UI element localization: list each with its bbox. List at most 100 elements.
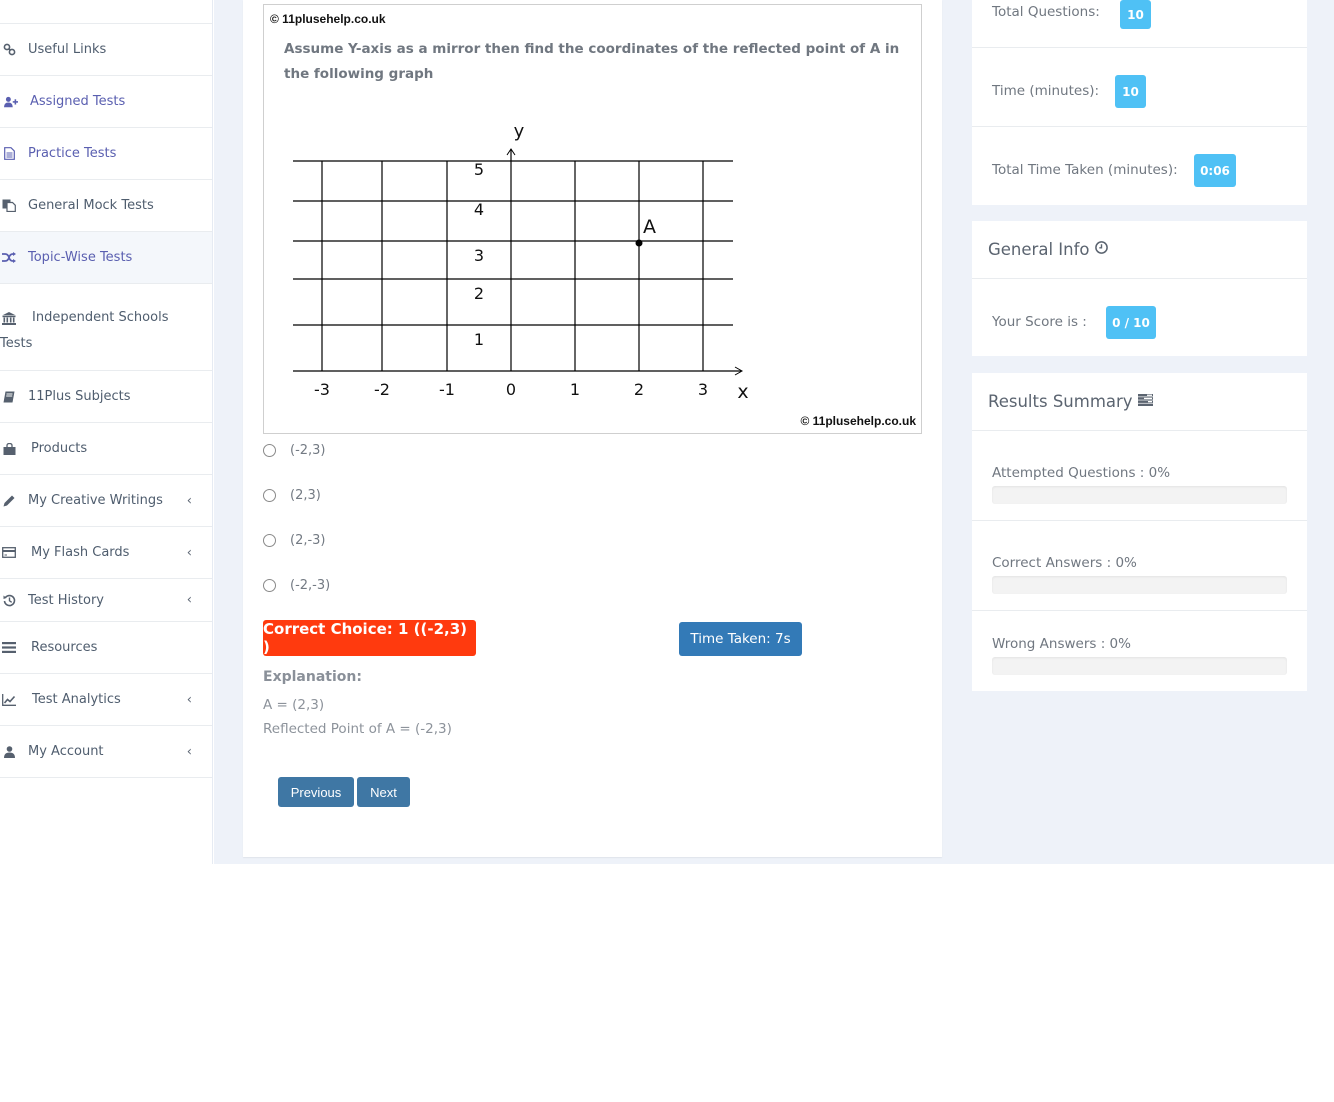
sidebar-item-label: Assigned Tests [30,94,126,109]
sidebar-item-label: Test Analytics [32,692,121,707]
shuffle-icon [2,251,16,265]
sidebar-item-label: My Account [28,744,104,759]
x-tick-label: -1 [439,380,455,399]
y-tick-label: 5 [474,160,484,179]
y-tick-label: 2 [474,284,484,303]
answer-option[interactable]: (2,3) [263,488,321,503]
sidebar-item-assigned-tests[interactable]: Assigned Tests [0,76,212,128]
previous-button[interactable]: Previous [278,777,354,807]
sidebar-item-label: My Creative Writings [28,493,163,508]
next-button[interactable]: Next [357,777,410,807]
clock-icon [1094,241,1108,258]
answer-option[interactable]: (-2,3) [263,443,326,458]
general-info-header: General Info [972,221,1307,279]
chevron-left-icon[interactable]: ‹ [187,493,192,508]
radio-button[interactable] [263,444,276,457]
copyright-bottom: © 11plusehelp.co.uk [800,414,916,428]
answer-option[interactable]: (2,-3) [263,533,326,548]
total-time-badge: 0:06 [1194,154,1236,187]
answer-option-label: (2,-3) [290,533,326,548]
question-text: Assume Y-axis as a mirror then find the … [284,41,900,82]
answer-option[interactable]: (-2,-3) [263,578,330,593]
coordinate-graph: -3 -2 -1 0 1 2 3 1 2 3 4 5 x y A [293,121,749,403]
copyright-top: © 11plusehelp.co.uk [270,12,386,26]
time-label: Time (minutes): [992,83,1100,99]
sidebar-item-topic-wise-tests[interactable]: Topic-Wise Tests [0,232,212,284]
link-icon [2,43,16,57]
general-info-panel: General Info Your Score is : 0 / 10 [972,221,1307,356]
list-icon [2,641,16,655]
sidebar-item-my-flash-cards[interactable]: My Flash Cards ‹ [0,527,212,579]
sidebar-item-label: Test History [28,592,104,608]
sidebar-item-my-account[interactable]: My Account ‹ [0,726,212,778]
correct-row: Correct Answers : 0% [972,521,1307,611]
x-tick-label: 1 [570,380,580,399]
page: Useful Links Assigned Tests Practice Tes… [0,0,1334,864]
answer-option-label: (-2,3) [290,443,326,458]
sidebar-item-label: Independent Schools [32,310,169,325]
sidebar-item-label: Products [31,441,88,456]
sidebar-item-products[interactable]: Products [0,423,212,475]
x-axis-label: x [737,381,748,403]
correct-choice-badge: Correct Choice: 1 ((-2,3) ) [263,620,476,656]
sidebar-item-label: My Flash Cards [31,545,130,560]
x-tick-label: 2 [634,380,644,399]
chevron-left-icon[interactable]: ‹ [187,545,192,560]
x-tick-label: 0 [506,380,516,399]
score-badge: 0 / 10 [1106,306,1156,339]
line-chart-icon [2,693,16,707]
score-label: Your Score is : [992,314,1087,330]
sidebar: Useful Links Assigned Tests Practice Tes… [0,0,213,864]
sidebar-item-resources[interactable]: Resources [0,622,212,674]
sidebar-item-label: Practice Tests [28,146,117,161]
radio-button[interactable] [263,534,276,547]
x-tick-label: 3 [698,380,708,399]
sidebar-item-general-mock-tests[interactable]: General Mock Tests [0,180,212,232]
sidebar-item-my-creative-writings[interactable]: My Creative Writings ‹ [0,475,212,527]
total-time-row: Total Time Taken (minutes): 0:06 [972,127,1307,205]
y-tick-label: 4 [474,200,484,219]
question-image: © 11plusehelp.co.uk Assume Y-axis as a m… [263,4,922,434]
file-text-icon [2,147,16,161]
radio-button[interactable] [263,489,276,502]
time-row: Time (minutes): 10 [972,48,1307,127]
sidebar-item-independent-schools-tests[interactable]: Independent Schools Tests [0,284,212,371]
history-icon [2,593,16,607]
answer-option-label: (-2,-3) [290,578,331,593]
sidebar-top [0,0,212,24]
pencil-icon [2,494,16,508]
explanation-title: Explanation: [263,669,362,685]
user-plus-icon [4,95,18,109]
radio-button[interactable] [263,579,276,592]
x-tick-label: -2 [374,380,390,399]
user-icon [2,745,16,759]
general-info-title: General Info [988,240,1090,259]
wrong-label: Wrong Answers : 0% [992,636,1131,652]
total-questions-row: Total Questions: 10 [972,0,1307,48]
sidebar-item-label: 11Plus Subjects [28,389,131,404]
chevron-left-icon[interactable]: ‹ [187,692,192,707]
attempted-progress-bar [992,486,1287,504]
sidebar-item-test-analytics[interactable]: Test Analytics ‹ [0,674,212,726]
sidebar-item-label: Topic-Wise Tests [28,250,133,265]
wrong-row: Wrong Answers : 0% [972,611,1307,691]
sidebar-item-useful-links[interactable]: Useful Links [0,24,212,76]
results-summary-header: Results Summary [972,373,1307,431]
correct-label: Correct Answers : 0% [992,555,1137,571]
shopping-bag-icon [2,442,16,456]
sidebar-item-label: Useful Links [28,42,107,57]
time-badge: 10 [1115,75,1146,108]
sidebar-item-practice-tests[interactable]: Practice Tests [0,128,212,180]
bank-icon [2,311,16,325]
chevron-left-icon[interactable]: ‹ [187,593,192,608]
y-axis-label: y [514,121,525,142]
sidebar-item-11plus-subjects[interactable]: 11Plus Subjects [0,371,212,423]
chevron-left-icon[interactable]: ‹ [187,744,192,759]
answer-option-label: (2,3) [290,488,321,503]
sidebar-item-test-history[interactable]: Test History ‹ [0,579,212,622]
y-tick-label: 1 [474,330,484,349]
y-tick-label: 3 [474,246,484,265]
data-point-label: A [643,216,656,238]
explanation-line: Reflected Point of A = (-2,3) [263,721,452,737]
wrong-progress-bar [992,657,1287,675]
